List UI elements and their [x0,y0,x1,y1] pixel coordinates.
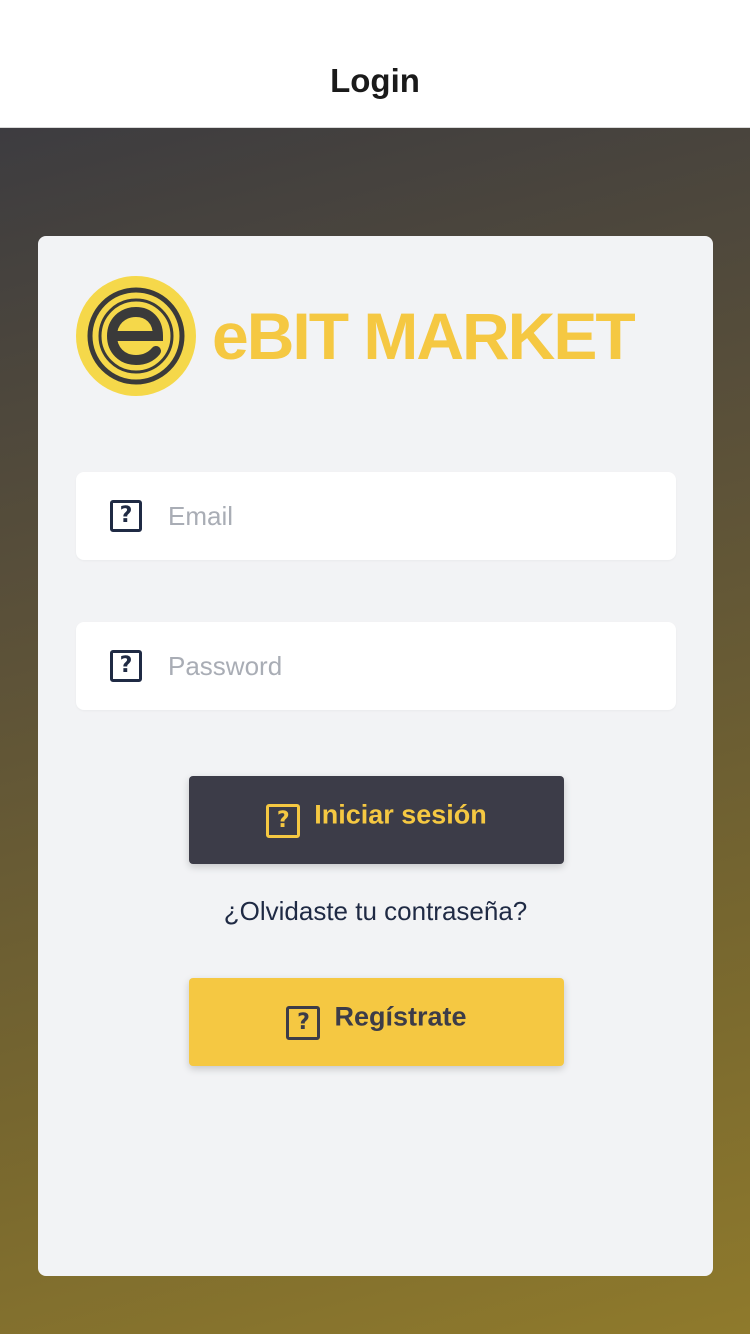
email-input[interactable] [168,472,658,560]
login-screen: Login eBIT MARKET ? ? ? Iniciar sesión [0,0,750,1334]
login-button[interactable]: ? Iniciar sesión [189,776,564,864]
register-button-label: Regístrate [334,1001,467,1032]
ebit-market-logo: eBIT MARKET [76,276,636,396]
register-button[interactable]: ? Regístrate [189,978,564,1066]
page-title: Login [330,62,420,99]
navigation-bar: Login [0,0,750,128]
question-box-icon: ? [110,650,142,682]
login-button-label: Iniciar sesión [314,799,487,830]
password-input[interactable] [168,622,658,710]
password-field[interactable]: ? [76,622,676,710]
question-box-icon: ? [266,804,301,838]
brand-name: eBIT MARKET [212,299,636,373]
question-box-icon: ? [286,1006,321,1040]
login-card: eBIT MARKET ? ? ? Iniciar sesión ¿Olvidas… [38,236,713,1276]
question-box-icon: ? [110,500,142,532]
email-field[interactable]: ? [76,472,676,560]
ebit-emblem-icon [76,276,196,396]
forgot-password-link[interactable]: ¿Olvidaste tu contraseña? [38,896,713,927]
